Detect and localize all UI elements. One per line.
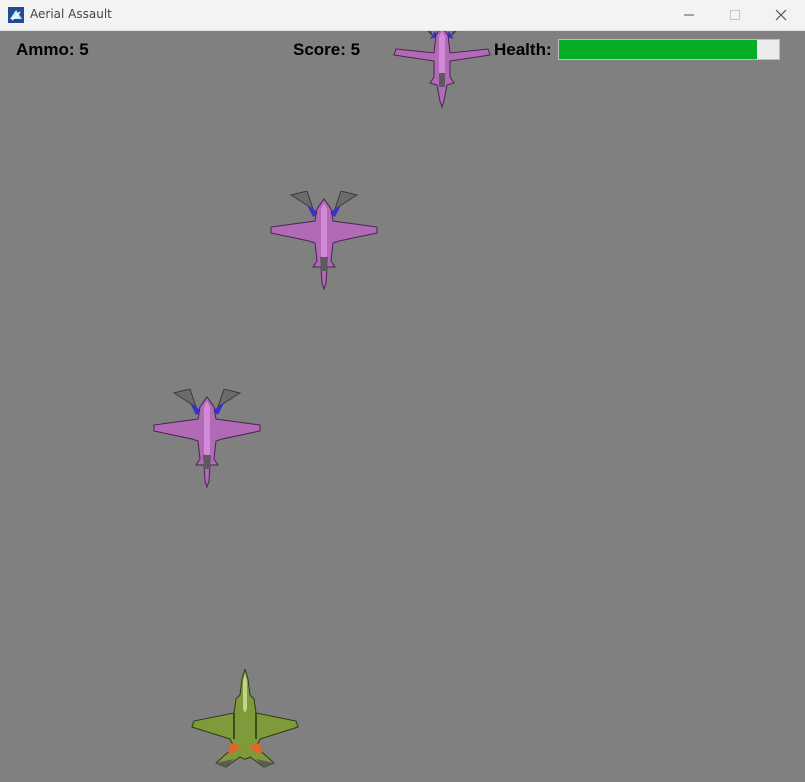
health-bar-fill <box>559 40 757 59</box>
title-bar[interactable]: Aerial Assault <box>0 0 805 31</box>
health-label: Health: <box>494 40 552 59</box>
score-counter: Score: 5 <box>293 40 361 59</box>
minimize-icon <box>684 14 694 16</box>
game-canvas[interactable]: Ammo: 5 Score: 5 Health: <box>0 31 805 782</box>
enemy-jet-icon <box>393 31 491 109</box>
close-icon <box>775 9 787 21</box>
window-title: Aerial Assault <box>30 7 112 21</box>
close-button[interactable] <box>759 0 805 30</box>
health-bar <box>558 39 780 60</box>
player-jet-icon <box>191 669 299 768</box>
maximize-icon <box>730 10 740 20</box>
enemy-jet-icon <box>153 389 261 489</box>
app-icon <box>8 7 24 23</box>
minimize-button[interactable] <box>667 0 713 30</box>
maximize-button[interactable] <box>713 0 759 30</box>
game-window: Aerial Assault Ammo: 5 Score: 5 Health: <box>0 0 805 782</box>
enemy-jet-icon <box>270 191 378 291</box>
ammo-counter: Ammo: 5 <box>16 40 89 59</box>
